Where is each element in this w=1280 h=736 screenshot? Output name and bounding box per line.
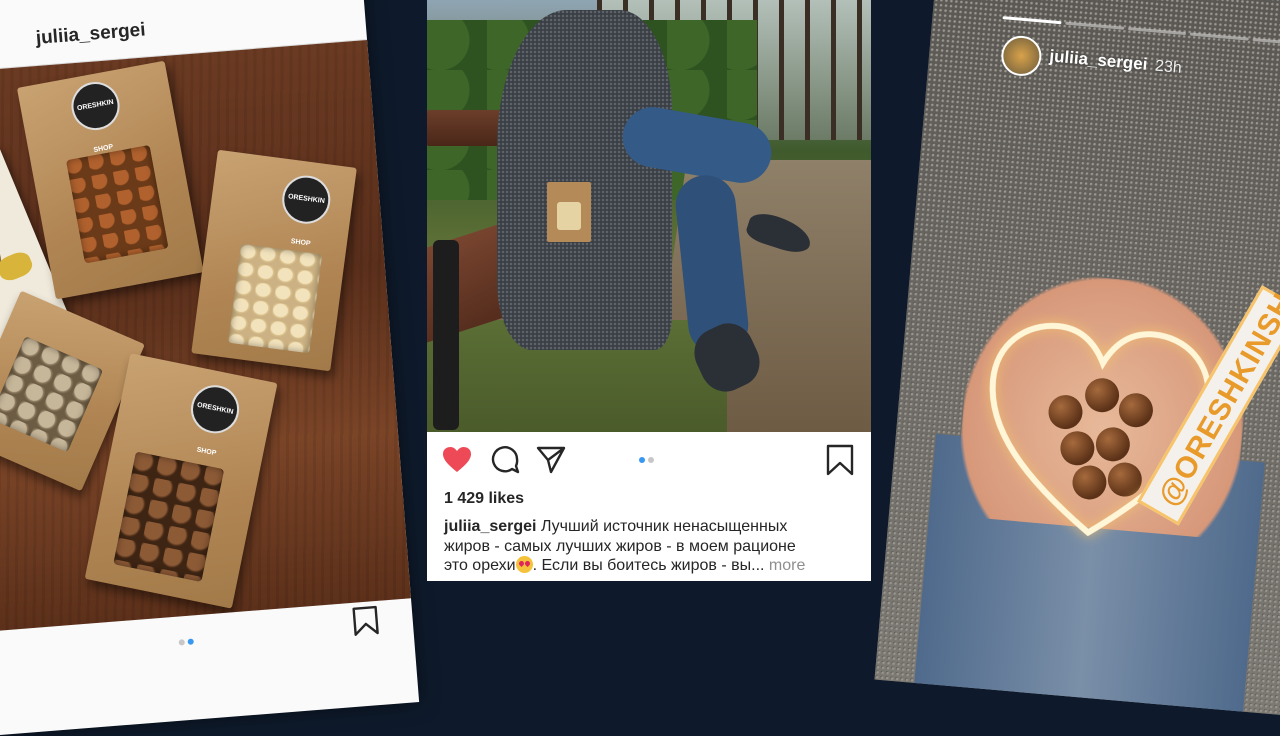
caption-text-line3-end: . Если вы боитесь жиров - вы...: [532, 557, 765, 574]
caption-more-link[interactable]: more: [769, 557, 805, 574]
more-options-icon[interactable]: ···: [296, 0, 325, 13]
oreshkin-shop-logo: ORESHKIN SHOP: [186, 380, 244, 457]
nut-bag-small: [547, 182, 591, 242]
comment-icon[interactable]: [489, 444, 521, 476]
post-photo-woman-on-bench: [427, 0, 871, 432]
post-action-bar: [427, 432, 871, 492]
oreshkin-shop-logo: ORESHKIN SHOP: [279, 172, 334, 248]
bookmark-icon[interactable]: [351, 605, 379, 637]
left-instagram-post: juliia_sergei ··· ORESHKIN SHOP ORESHKIN…: [0, 0, 420, 736]
bag-window: [65, 144, 169, 264]
nut-bag-cashew: ORESHKIN SHOP: [191, 149, 357, 372]
bookmark-icon[interactable]: [825, 444, 855, 476]
caption-text-line3: это орехи: [444, 557, 516, 574]
bag-window: [227, 243, 323, 354]
carousel-dot: [648, 457, 654, 463]
story-timestamp: 23h: [1154, 57, 1183, 77]
caption-text-line2: жиров - самых лучших жиров - в моем раци…: [444, 537, 796, 555]
carousel-dots: [178, 631, 197, 650]
carousel-dots: [639, 457, 657, 463]
caption-text-line1: Лучший источник ненасыщенных: [536, 518, 788, 535]
carousel-dot-active: [639, 457, 645, 463]
carousel-dot: [178, 639, 185, 646]
likes-count[interactable]: 1 429 likes: [444, 490, 524, 508]
bench-leg: [433, 240, 459, 430]
share-send-icon[interactable]: [535, 444, 567, 476]
post-photo-nut-bags: ORESHKIN SHOP ORESHKIN SHOP ORESHKIN SHO…: [0, 40, 411, 633]
instagram-story[interactable]: juliia_sergei 23h @ORESHKINSHOP: [874, 0, 1280, 718]
post-username[interactable]: juliia_sergei: [35, 19, 146, 50]
jeans-upper: [617, 102, 777, 188]
center-instagram-post: 1 429 likes juliia_sergei Лучший источни…: [427, 0, 871, 581]
owl-illustration: [0, 218, 9, 292]
like-heart-icon[interactable]: [441, 444, 473, 476]
caption-username[interactable]: juliia_sergei: [444, 518, 537, 535]
carousel-dot-active: [187, 638, 194, 645]
heart-eyes-emoji-icon: [515, 556, 533, 573]
post-caption: juliia_sergei Лучший источник ненасыщенн…: [444, 517, 844, 576]
bag-window: [0, 336, 104, 453]
oreshkin-shop-logo: ORESHKIN SHOP: [67, 78, 124, 154]
bag-window: [113, 451, 225, 583]
